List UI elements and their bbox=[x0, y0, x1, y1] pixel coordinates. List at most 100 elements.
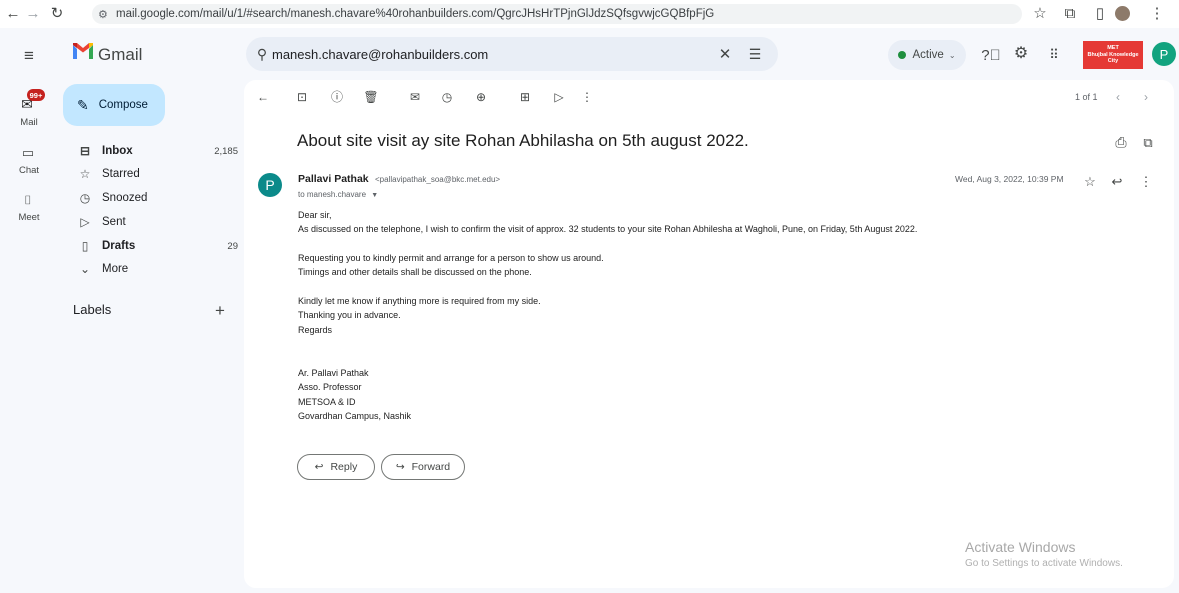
labels-heading: Labels bbox=[73, 302, 112, 317]
send-icon: ▷ bbox=[80, 215, 90, 229]
forward-label: Forward bbox=[411, 461, 451, 473]
forward-arrow-icon[interactable]: → bbox=[26, 6, 41, 21]
sender-email: <pallavipathak_soa@bkc.met.edu> bbox=[375, 175, 501, 184]
delete-icon[interactable]: 🗑 bbox=[363, 90, 378, 104]
nav-snoozed[interactable]: ◷ Snoozed bbox=[78, 189, 238, 207]
signature-line: METSOA & ID bbox=[298, 397, 356, 407]
recipient-line[interactable]: to manesh.chavare ▼ bbox=[298, 190, 378, 199]
forward-arrow-icon: ↪ bbox=[395, 461, 405, 473]
address-bar[interactable]: ⚙ mail.google.com/mail/u/1/#search/manes… bbox=[92, 4, 1022, 24]
body-line: As discussed on the telephone, I wish to… bbox=[298, 224, 918, 234]
chevron-down-icon: ⌄ bbox=[79, 262, 91, 276]
add-label-icon[interactable]: + bbox=[215, 301, 225, 321]
apps-grid-icon[interactable]: ⠿ bbox=[1046, 46, 1062, 62]
search-icon[interactable]: ⚲ bbox=[254, 46, 270, 62]
unread-badge: 99+ bbox=[27, 89, 45, 101]
reload-icon[interactable]: ↻ bbox=[50, 6, 64, 21]
star-icon[interactable]: ☆ bbox=[1083, 174, 1097, 188]
status-selector[interactable]: Active ⌄ bbox=[888, 40, 966, 70]
compose-label: Compose bbox=[98, 99, 148, 111]
url-text: mail.google.com/mail/u/1/#search/manesh.… bbox=[116, 8, 715, 20]
nav-inbox-count: 2,185 bbox=[214, 145, 238, 157]
extensions-icon[interactable]: ⧉ bbox=[1063, 6, 1077, 21]
nav-sent-label: Sent bbox=[102, 216, 126, 228]
clear-search-icon[interactable]: ✕ bbox=[718, 47, 732, 62]
body-line: Thanking you in advance. bbox=[298, 310, 401, 320]
move-to-icon[interactable]: ⊞ bbox=[518, 90, 532, 104]
nav-inbox-label: Inbox bbox=[102, 145, 133, 157]
side-panel-icon[interactable]: ▯ bbox=[1093, 6, 1107, 21]
nav-starred[interactable]: ☆ Starred bbox=[78, 165, 238, 183]
nav-more-label: More bbox=[102, 263, 129, 275]
signature-line: Ar. Pallavi Pathak bbox=[298, 368, 369, 378]
body-line: Regards bbox=[298, 325, 333, 335]
caret-down-icon[interactable]: ▼ bbox=[371, 192, 378, 199]
nav-sent[interactable]: ▷ Sent bbox=[78, 213, 238, 231]
pagination-text: 1 of 1 bbox=[1075, 92, 1098, 102]
browser-menu-icon[interactable]: ⋮ bbox=[1150, 6, 1165, 21]
reply-label: Reply bbox=[330, 461, 358, 473]
label-icon[interactable]: ▷ bbox=[552, 90, 566, 104]
status-label: Active bbox=[912, 49, 944, 61]
nav-drafts[interactable]: ▯ Drafts 29 bbox=[78, 237, 238, 255]
recipient-text: to manesh.chavare bbox=[298, 190, 367, 199]
nav-snoozed-label: Snoozed bbox=[102, 192, 148, 204]
pencil-icon: ✎ bbox=[77, 96, 89, 113]
snooze-icon[interactable]: ◷ bbox=[440, 90, 454, 104]
report-spam-icon[interactable]: ⓘ bbox=[330, 90, 344, 104]
profile-avatar-icon[interactable] bbox=[1115, 6, 1130, 21]
main-menu-icon[interactable]: ≡ bbox=[20, 46, 38, 64]
open-new-window-icon[interactable]: ⧉ bbox=[1140, 134, 1156, 150]
signature-line: Govardhan Campus, Nashik bbox=[298, 411, 412, 421]
activation-watermark-subtitle: Go to Settings to activate Windows. bbox=[965, 558, 1123, 569]
chat-icon[interactable]: ▭ bbox=[20, 145, 36, 159]
archive-icon[interactable]: ⊡ bbox=[295, 90, 309, 104]
star-icon: ☆ bbox=[79, 167, 91, 181]
nav-drafts-count: 29 bbox=[227, 240, 238, 252]
body-line: Kindly let me know if anything more is r… bbox=[298, 296, 541, 306]
reply-icon[interactable]: ↩ bbox=[1110, 174, 1124, 188]
account-avatar[interactable]: P bbox=[1152, 42, 1176, 66]
sender-avatar[interactable]: P bbox=[258, 173, 282, 197]
forward-button[interactable]: ↪ Forward bbox=[381, 454, 465, 480]
back-arrow-icon[interactable]: ← bbox=[6, 6, 21, 21]
add-to-tasks-icon[interactable]: ⊕ bbox=[474, 90, 488, 104]
body-line: Timings and other details shall be discu… bbox=[298, 267, 532, 277]
bookmark-star-icon[interactable]: ☆ bbox=[1033, 6, 1047, 21]
newer-chevron-icon[interactable]: ‹ bbox=[1112, 90, 1124, 104]
nav-inbox[interactable]: ⊟ Inbox 2,185 bbox=[78, 142, 238, 160]
site-info-icon[interactable]: ⚙ bbox=[98, 8, 116, 21]
gmail-logo-icon[interactable] bbox=[73, 43, 93, 59]
more-options-icon[interactable]: ⋮ bbox=[580, 90, 594, 104]
draft-file-icon: ▯ bbox=[81, 239, 89, 253]
status-dot bbox=[898, 51, 907, 59]
signature-line: Asso. Professor bbox=[298, 382, 362, 392]
search-input[interactable]: manesh.chavare@rohanbuilders.com bbox=[272, 47, 488, 62]
rail-mail-label[interactable]: Mail bbox=[14, 117, 44, 128]
print-icon[interactable]: ⎙ bbox=[1113, 134, 1129, 150]
inbox-icon: ⊟ bbox=[79, 144, 91, 158]
compose-button[interactable]: ✎ Compose bbox=[63, 84, 165, 126]
nav-starred-label: Starred bbox=[102, 168, 140, 180]
nav-more[interactable]: ⌄ More bbox=[78, 260, 238, 278]
activation-watermark-title: Activate Windows bbox=[965, 539, 1076, 555]
sender-name[interactable]: Pallavi Pathak bbox=[298, 173, 369, 185]
organization-logo[interactable]: MET Bhujbal Knowledge City bbox=[1083, 41, 1143, 69]
body-line: Requesting you to kindly permit and arra… bbox=[298, 253, 604, 263]
nav-drafts-label: Drafts bbox=[102, 240, 136, 252]
email-subject: About site visit ay site Rohan Abhilasha… bbox=[297, 131, 749, 150]
org-logo-line2: Bhujbal Knowledge City bbox=[1087, 51, 1139, 65]
settings-gear-icon[interactable]: ⚙ bbox=[1013, 46, 1029, 62]
older-chevron-icon[interactable]: › bbox=[1140, 90, 1152, 104]
message-more-icon[interactable]: ⋮ bbox=[1140, 174, 1153, 188]
rail-meet-label[interactable]: Meet bbox=[14, 212, 44, 223]
mark-unread-icon[interactable]: ✉ bbox=[408, 90, 422, 104]
reply-arrow-icon: ↩ bbox=[314, 461, 324, 473]
back-to-list-icon[interactable]: ← bbox=[256, 90, 270, 104]
body-line: Dear sir, bbox=[298, 210, 332, 220]
rail-chat-label[interactable]: Chat bbox=[14, 165, 44, 176]
help-icon[interactable]: ?⃝ bbox=[981, 47, 1001, 63]
reply-button[interactable]: ↩ Reply bbox=[297, 454, 375, 480]
meet-icon[interactable]: ⌷ bbox=[20, 193, 36, 207]
search-options-icon[interactable]: ☰ bbox=[748, 47, 762, 61]
